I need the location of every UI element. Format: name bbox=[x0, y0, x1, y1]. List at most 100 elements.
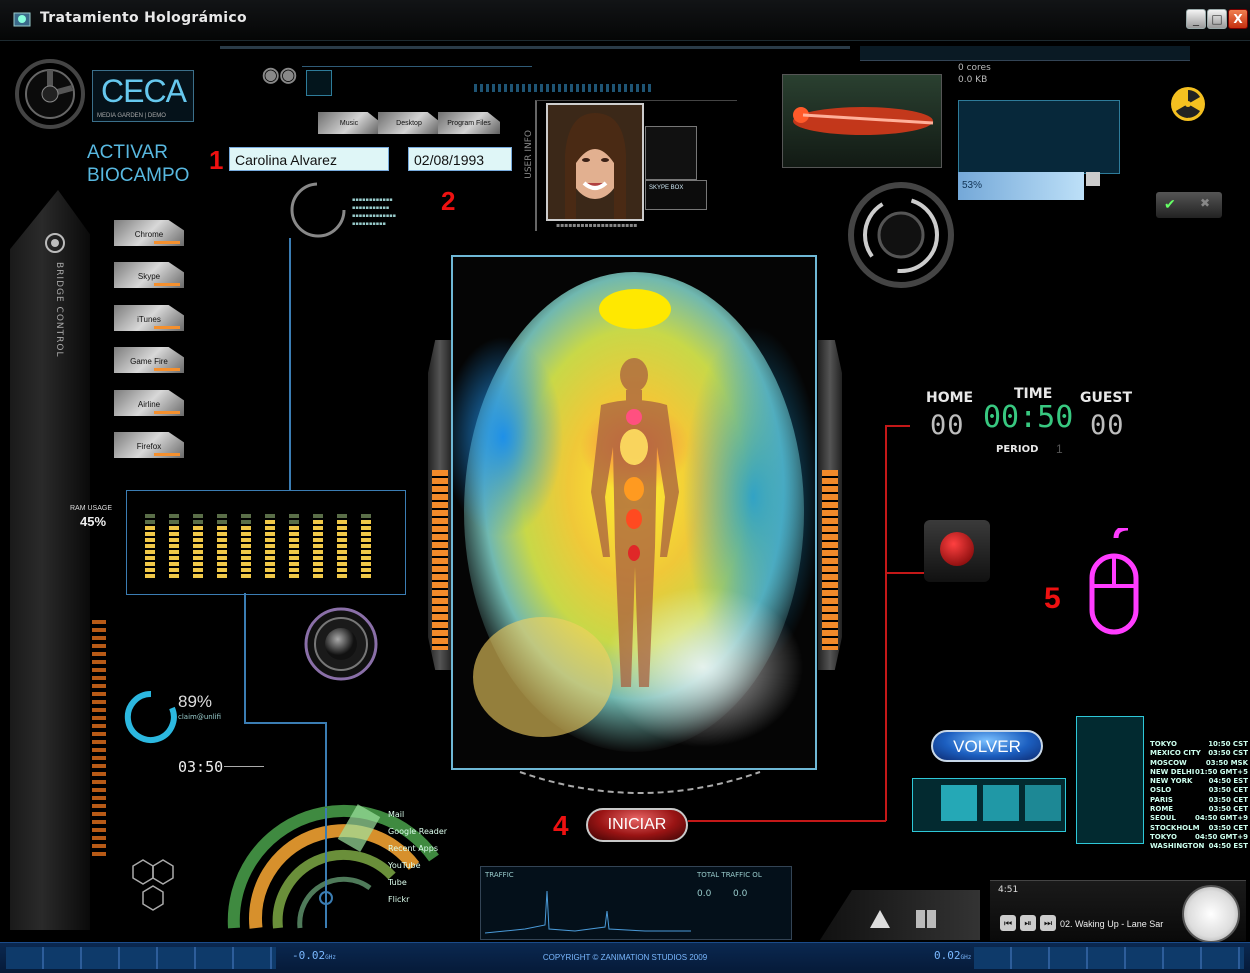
equalizer-segment bbox=[337, 544, 347, 548]
menu-airline[interactable]: Airline bbox=[114, 390, 184, 416]
world-clock-row: TOKYO 04:50 GMT+9 bbox=[1150, 833, 1248, 842]
menu-game-fire[interactable]: Game Fire bbox=[114, 347, 184, 373]
patient-photo bbox=[546, 103, 644, 221]
world-clock-row: NEW YORK 04:50 EST bbox=[1150, 777, 1248, 786]
up-arrow-icon[interactable] bbox=[870, 910, 890, 928]
id-button[interactable]: SKYPE BOX bbox=[645, 180, 707, 210]
iniciar-button[interactable]: INICIAR bbox=[586, 808, 688, 842]
world-clock-row: NEW DELHI 01:50 GMT+5 bbox=[1150, 768, 1248, 777]
volver-button[interactable]: VOLVER bbox=[931, 730, 1043, 762]
city-name: SEOUL bbox=[1150, 814, 1176, 823]
left-status-cells bbox=[6, 947, 276, 969]
radiation-icon[interactable] bbox=[1170, 86, 1206, 122]
ring-label-flickr[interactable]: Flickr bbox=[388, 891, 458, 908]
equalizer-segment bbox=[169, 520, 179, 524]
disk-dropdown[interactable] bbox=[1086, 172, 1100, 186]
equalizer-segment bbox=[289, 514, 299, 518]
equalizer-segment bbox=[265, 538, 275, 542]
equalizer-segment bbox=[313, 544, 323, 548]
toggle-switch[interactable]: ✔ ✖ bbox=[1156, 192, 1222, 218]
equalizer-segment bbox=[361, 538, 371, 542]
equalizer-bars bbox=[145, 510, 385, 580]
copyright-text: COPYRIGHT © ZANIMATION STUDIOS 2009 bbox=[542, 953, 708, 962]
equalizer-segment bbox=[145, 568, 155, 572]
equalizer-segment bbox=[289, 562, 299, 566]
right-value: 0.02 bbox=[934, 949, 961, 962]
cpu-tile bbox=[941, 785, 977, 821]
ring-label-tube[interactable]: Tube bbox=[388, 874, 458, 891]
patient-name-field[interactable]: Carolina Alvarez bbox=[229, 147, 389, 171]
play-pause-button[interactable]: ⏯ bbox=[1020, 915, 1036, 931]
city-time: 04:50 GMT+9 bbox=[1195, 814, 1248, 823]
equalizer-segment bbox=[289, 568, 299, 572]
ring-label-recent[interactable]: Recent Apps bbox=[388, 840, 458, 857]
menu-itunes[interactable]: iTunes bbox=[114, 305, 184, 331]
home-label: HOME bbox=[926, 390, 974, 406]
equalizer-bar bbox=[193, 514, 203, 580]
prev-track-button[interactable]: ⏮ bbox=[1000, 915, 1016, 931]
city-time: 03:50 CET bbox=[1208, 823, 1248, 832]
aura-base-arc bbox=[519, 771, 761, 794]
equalizer-segment bbox=[241, 568, 251, 572]
cpu-tile bbox=[983, 785, 1019, 821]
maximize-button[interactable]: □ bbox=[1207, 9, 1227, 29]
equalizer-segment bbox=[217, 574, 227, 578]
equalizer-bar bbox=[313, 514, 323, 580]
city-time: 04:50 EST bbox=[1208, 777, 1248, 786]
top-hud-line bbox=[220, 46, 850, 49]
tab-music[interactable]: Music bbox=[318, 112, 380, 134]
marker-1: 1 bbox=[209, 145, 224, 175]
world-clock-row: MEXICO CITY 03:50 CST bbox=[1150, 749, 1248, 758]
left-unit: GHz bbox=[325, 954, 336, 961]
tab-program-files[interactable]: Program Files bbox=[438, 112, 500, 134]
close-button[interactable]: X bbox=[1228, 9, 1248, 29]
equalizer-segment bbox=[265, 550, 275, 554]
equalizer-segment bbox=[193, 520, 203, 524]
ram-usage-label: RAM USAGE bbox=[70, 505, 113, 512]
minimize-button[interactable]: _ bbox=[1186, 9, 1206, 29]
status-bar: -0.02GHz COPYRIGHT © ZANIMATION STUDIOS … bbox=[0, 942, 1250, 973]
menu-chrome[interactable]: Chrome bbox=[114, 220, 184, 246]
record-button[interactable] bbox=[924, 520, 990, 582]
equalizer-segment bbox=[145, 520, 155, 524]
equalizer-segment bbox=[169, 544, 179, 548]
equalizer-segment bbox=[241, 514, 251, 518]
equalizer-segment bbox=[217, 520, 227, 524]
equalizer-segment bbox=[193, 532, 203, 536]
red-connector bbox=[885, 425, 910, 427]
core-line: 0.0 KB bbox=[958, 75, 988, 85]
equalizer-segment bbox=[169, 550, 179, 554]
world-clock-row: WASHINGTON 04:50 EST bbox=[1150, 842, 1248, 851]
city-name: NEW DELHI bbox=[1150, 767, 1195, 776]
connector-line bbox=[244, 593, 246, 723]
equalizer-segment bbox=[289, 526, 299, 530]
scanner-box bbox=[645, 126, 697, 180]
network-down: 0.0 bbox=[697, 889, 712, 899]
equalizer-segment bbox=[217, 514, 227, 518]
equalizer-segment bbox=[289, 550, 299, 554]
windows-icon[interactable] bbox=[916, 910, 936, 928]
patient-portrait bbox=[548, 105, 642, 219]
gauge-subtext: claim@unlifi bbox=[178, 713, 222, 721]
next-track-button[interactable]: ⏭ bbox=[1040, 915, 1056, 931]
equalizer-segment bbox=[169, 568, 179, 572]
ring-label-youtube[interactable]: YouTube bbox=[388, 857, 458, 874]
ring-label-google-reader[interactable]: Google Reader bbox=[388, 823, 458, 840]
marker-4: 4 bbox=[553, 810, 569, 841]
network-total-title: TOTAL TRAFFIC OL bbox=[697, 871, 762, 879]
ring-label-mail[interactable]: Mail bbox=[388, 806, 458, 823]
equalizer-segment bbox=[265, 544, 275, 548]
tab-desktop[interactable]: Desktop bbox=[378, 112, 440, 134]
birthdate-field[interactable]: 02/08/1993 bbox=[408, 147, 512, 171]
activate-biofield-button[interactable]: ACTIVAR BIOCAMPO bbox=[87, 141, 189, 187]
ring-labels: Mail Google Reader Recent Apps YouTube T… bbox=[388, 806, 458, 908]
menu-firefox[interactable]: Firefox bbox=[114, 432, 184, 458]
menu-skype[interactable]: Skype bbox=[114, 262, 184, 288]
weather-widget bbox=[1076, 716, 1144, 844]
equalizer-segment bbox=[217, 526, 227, 530]
world-clock-row: OSLO 03:50 CET bbox=[1150, 786, 1248, 795]
equalizer-segment bbox=[241, 574, 251, 578]
left-level-bar bbox=[432, 470, 448, 650]
equalizer-segment bbox=[313, 562, 323, 566]
equalizer-segment bbox=[145, 556, 155, 560]
